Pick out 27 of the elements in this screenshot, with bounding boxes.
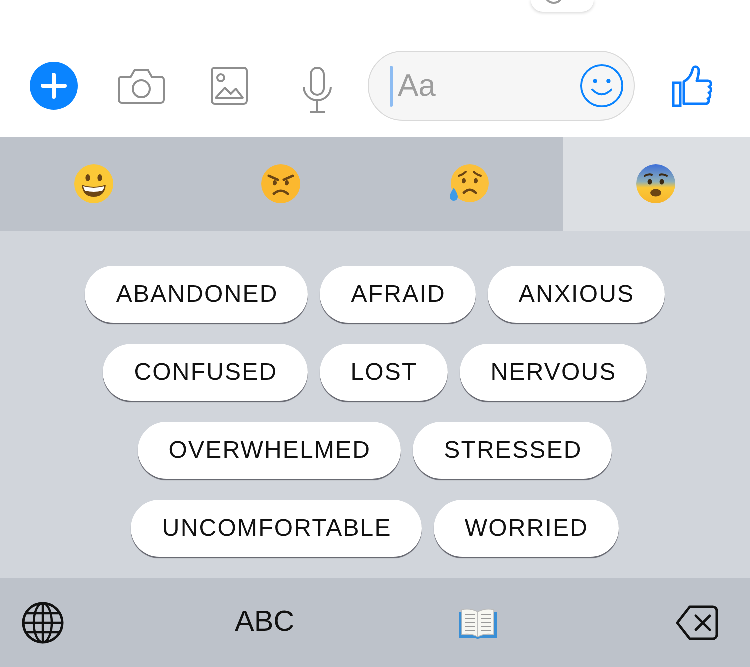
feeling-button[interactable]: ABANDONED <box>85 266 308 323</box>
sad-face-with-sweat-drop-icon <box>448 164 489 204</box>
grinning-face-icon <box>74 164 114 204</box>
feeling-button[interactable]: WORRIED <box>434 500 619 557</box>
feeling-button[interactable]: LOST <box>320 344 448 401</box>
fearful-face-icon <box>636 164 676 204</box>
text-cursor <box>390 66 393 106</box>
thumbs-up-icon[interactable] <box>672 64 714 108</box>
feeling-button[interactable]: UNCOMFORTABLE <box>131 500 422 557</box>
microphone-icon[interactable] <box>302 67 333 113</box>
add-icon[interactable] <box>30 62 78 110</box>
feeling-button[interactable]: OVERWHELMED <box>138 422 402 479</box>
feeling-button[interactable]: ANXIOUS <box>488 266 665 323</box>
angry-face-icon <box>261 164 302 204</box>
image-icon[interactable] <box>211 67 248 105</box>
feeling-button[interactable]: NERVOUS <box>460 344 647 401</box>
feeling-button[interactable]: STRESSED <box>413 422 612 479</box>
smiley-icon[interactable] <box>580 64 624 108</box>
backspace-icon[interactable] <box>676 604 718 640</box>
ring-icon <box>543 0 565 6</box>
abc-key[interactable]: ABC <box>229 602 301 643</box>
feeling-button[interactable]: AFRAID <box>320 266 476 323</box>
feeling-button[interactable]: CONFUSED <box>103 344 308 401</box>
floating-button[interactable] <box>531 0 594 12</box>
emoji-category-tab[interactable] <box>562 137 750 231</box>
globe-icon[interactable] <box>22 602 64 644</box>
camera-icon[interactable] <box>118 68 165 104</box>
